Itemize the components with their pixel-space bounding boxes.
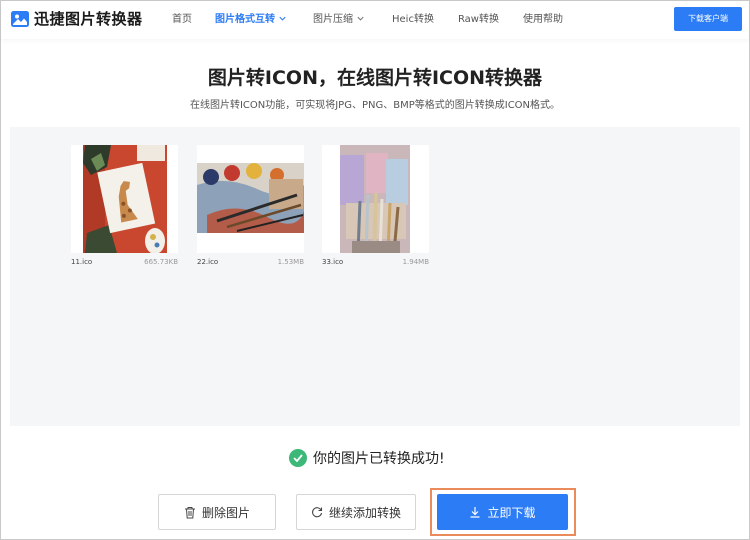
refresh-icon — [312, 507, 323, 518]
file-name: 33.ico — [322, 258, 344, 266]
success-message: 你的图片已转换成功! — [289, 448, 445, 468]
nav-item-raw[interactable]: Raw转换 — [458, 1, 499, 39]
download-icon — [470, 507, 480, 518]
chevron-down-icon — [357, 16, 364, 21]
file-name: 22.ico — [197, 258, 219, 266]
continue-label: 继续添加转换 — [328, 505, 401, 520]
file-size: 665.73KB — [144, 258, 178, 266]
paint-palette-thumbnail — [197, 145, 304, 253]
trash-icon — [184, 506, 195, 518]
nav-item-help[interactable]: 使用帮助 — [523, 1, 563, 39]
nav-item-heic[interactable]: Heic转换 — [392, 1, 434, 39]
nav-item-home[interactable]: 首页 — [172, 1, 192, 39]
file-name: 11.ico — [71, 258, 93, 266]
nav-item-compress[interactable]: 图片压缩 — [313, 1, 365, 39]
page-subtitle: 在线图片转ICON功能，可实现将JPG、PNG、BMP等格式的图片转换成ICON… — [189, 100, 561, 111]
file-size: 1.94MB — [402, 258, 429, 266]
download-client-button[interactable]: 下载客户端 — [674, 7, 742, 31]
brushes-thumbnail — [322, 145, 429, 253]
file-list-panel: 11.ico 665.73KB 22.ico 1.53MB 33.ico 1.9… — [10, 127, 740, 426]
page-title: 图片转ICON，在线图片转ICON转换器 — [207, 67, 543, 89]
download-label: 立即下载 — [487, 505, 536, 520]
brand-name[interactable]: 迅捷图片转换器 — [34, 9, 143, 29]
chevron-down-icon — [279, 16, 286, 21]
delete-images-button[interactable]: 删除图片 — [158, 494, 276, 530]
giraffe-card-thumbnail — [71, 145, 178, 253]
continue-add-button[interactable]: 继续添加转换 — [296, 494, 416, 530]
main-nav: 首页 图片格式互转 图片压缩 Heic转换 Raw转换 使用帮助 — [172, 1, 563, 39]
top-header: 迅捷图片转换器 首页 图片格式互转 图片压缩 Heic转换 Raw转换 使用帮助… — [1, 1, 749, 39]
nav-item-format-convert[interactable]: 图片格式互转 — [215, 1, 287, 39]
download-now-button[interactable]: 立即下载 — [437, 494, 568, 530]
file-size: 1.53MB — [277, 258, 304, 266]
delete-label: 删除图片 — [201, 505, 250, 520]
success-text: 你的图片已转换成功! — [313, 451, 445, 467]
check-circle-icon — [289, 449, 307, 467]
image-logo-icon[interactable] — [10, 9, 30, 29]
